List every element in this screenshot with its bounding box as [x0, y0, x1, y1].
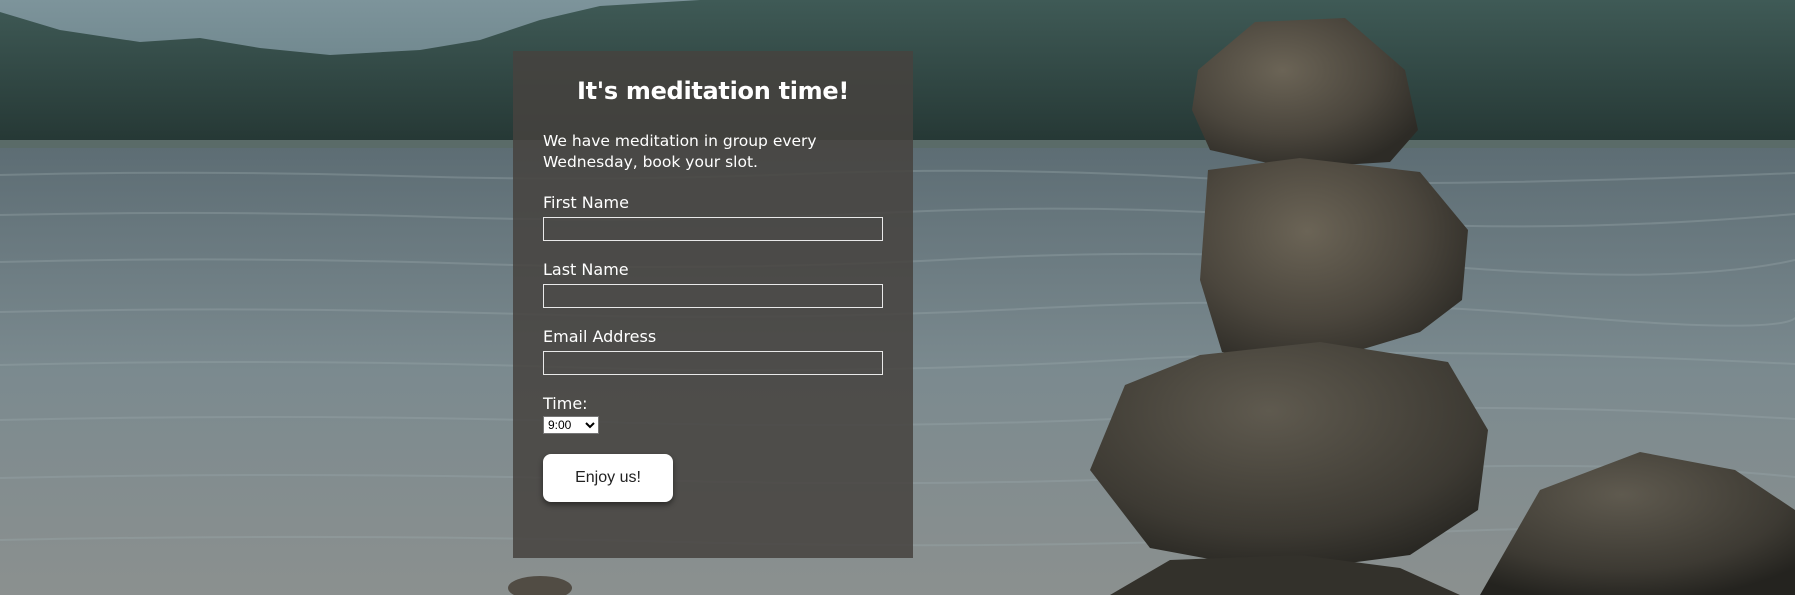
- last-name-group: Last Name: [543, 260, 883, 308]
- last-name-label: Last Name: [543, 260, 629, 279]
- submit-button[interactable]: Enjoy us!: [543, 454, 673, 502]
- page: It's meditation time! We have meditation…: [0, 0, 1795, 595]
- first-name-label: First Name: [543, 193, 629, 212]
- booking-form-panel: It's meditation time! We have meditation…: [513, 51, 913, 558]
- email-group: Email Address: [543, 327, 883, 375]
- time-label: Time:: [543, 394, 588, 413]
- email-label: Email Address: [543, 327, 657, 346]
- time-select[interactable]: 9:00: [543, 416, 599, 434]
- last-name-input[interactable]: [543, 284, 883, 308]
- first-name-group: First Name: [543, 193, 883, 241]
- form-title: It's meditation time!: [576, 77, 849, 105]
- form-intro: We have meditation in group every Wednes…: [543, 132, 817, 171]
- time-group: Time: 9:00: [543, 394, 883, 434]
- first-name-input[interactable]: [543, 217, 883, 241]
- email-input[interactable]: [543, 351, 883, 375]
